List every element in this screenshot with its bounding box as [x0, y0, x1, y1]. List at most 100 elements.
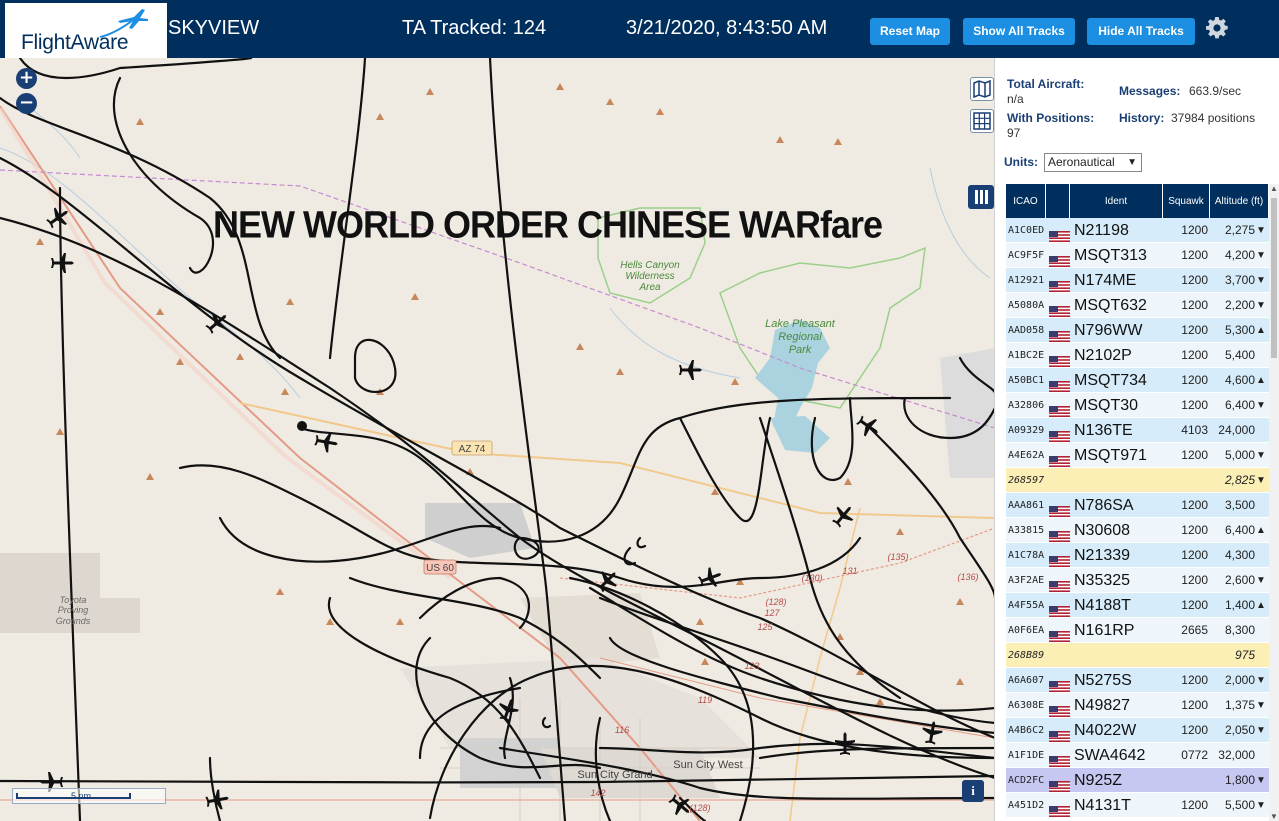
ident-cell: N925Z: [1074, 772, 1123, 789]
us-flag-icon: [1049, 725, 1070, 742]
table-row[interactable]: 268B89 975: [1006, 643, 1269, 668]
route-label: 116: [615, 725, 629, 735]
aircraft-panel: Total Aircraft: n/a With Positions: 97 M…: [996, 58, 1279, 821]
altitude-trend-icon: ▼: [1256, 225, 1266, 236]
table-row[interactable]: AC9F5F MSQT313 1200 4,200 ▼: [1006, 243, 1269, 268]
col-header-altitude[interactable]: Altitude (ft): [1210, 184, 1269, 218]
table-row[interactable]: A32806 MSQT30 1200 6,400 ▼: [1006, 393, 1269, 418]
us60-label: US 60: [426, 563, 454, 574]
ident-cell: N786SA: [1074, 497, 1134, 514]
table-row[interactable]: A451D2 N4131T 1200 5,500 ▼: [1006, 793, 1269, 818]
squawk-cell: 1200: [1181, 673, 1208, 687]
columns-icon: [975, 190, 988, 204]
icao-cell: A4F55A: [1008, 600, 1045, 611]
icao-cell: 268597: [1008, 475, 1045, 486]
flightaware-logo[interactable]: FlightAware: [5, 3, 167, 58]
zoom-in-button[interactable]: +: [16, 68, 37, 89]
scroll-up-icon[interactable]: ▲: [1270, 184, 1278, 193]
route-label: (135): [887, 552, 908, 562]
units-select-value: Aeronautical: [1048, 155, 1115, 169]
table-row[interactable]: A4F55A N4188T 1200 1,400 ▲: [1006, 593, 1269, 618]
table-row[interactable]: AAA861 N786SA 1200 3,500: [1006, 493, 1269, 518]
scrollbar-thumb[interactable]: [1271, 198, 1277, 358]
columns-toggle-button[interactable]: [968, 185, 994, 209]
lake-label-1: Lake Pleasant: [765, 318, 836, 330]
altitude-trend-icon: ▼: [1256, 275, 1266, 286]
route-label: 127: [764, 608, 780, 618]
altitude-cell: 4,200: [1224, 248, 1255, 262]
altitude-cell: 2,600: [1224, 573, 1255, 587]
table-row[interactable]: A33815 N30608 1200 6,400 ▲: [1006, 518, 1269, 543]
table-row[interactable]: A1BC2E N2102P 1200 5,400: [1006, 343, 1269, 368]
col-header-flag[interactable]: [1046, 184, 1070, 218]
table-row[interactable]: A6308E N49827 1200 1,375 ▼: [1006, 693, 1269, 718]
table-row[interactable]: A1F1DE SWA4642 0772 32,000: [1006, 743, 1269, 768]
us-flag-icon: [1049, 675, 1070, 692]
squawk-cell: 4103: [1181, 423, 1208, 437]
table-row[interactable]: A4B6C2 N4022W 1200 2,050 ▼: [1006, 718, 1269, 743]
map-view[interactable]: Hells Canyon Wilderness Area Lake Pleasa…: [0, 58, 995, 821]
table-scrollbar[interactable]: ▲ ▼: [1269, 184, 1279, 821]
altitude-trend-icon: ▲: [1256, 375, 1266, 386]
table-row[interactable]: A12921 N174ME 1200 3,700 ▼: [1006, 268, 1269, 293]
table-row[interactable]: A1C78A N21339 1200 4,300: [1006, 543, 1269, 568]
wilderness-label-1: Hells Canyon: [620, 260, 680, 271]
messages-label: Messages:: [1119, 84, 1181, 98]
us-flag-icon: [1049, 325, 1070, 342]
squawk-cell: 1200: [1181, 448, 1208, 462]
altitude-cell: 6,400: [1224, 398, 1255, 412]
squawk-cell: 2665: [1181, 623, 1208, 637]
table-row[interactable]: A5080A MSQT632 1200 2,200 ▼: [1006, 293, 1269, 318]
table-row[interactable]: 268597 2,825 ▼: [1006, 468, 1269, 493]
col-header-squawk[interactable]: Squawk: [1163, 184, 1210, 218]
route-label: 119: [698, 695, 712, 705]
table-row[interactable]: A1C0ED N21198 1200 2,275 ▼: [1006, 218, 1269, 243]
table-row[interactable]: ACD2FC N925Z 1,800 ▼: [1006, 768, 1269, 793]
altitude-cell: 2,050: [1224, 723, 1255, 737]
icao-cell: A50BC1: [1008, 375, 1045, 386]
col-header-ident[interactable]: Ident: [1070, 184, 1163, 218]
route-label: (130): [801, 573, 822, 583]
squawk-cell: 1200: [1181, 573, 1208, 587]
us-flag-icon: [1049, 350, 1070, 367]
altitude-trend-icon: ▲: [1256, 325, 1266, 336]
gear-icon[interactable]: [1205, 16, 1229, 40]
table-row[interactable]: A0F6EA N161RP 2665 8,300: [1006, 618, 1269, 643]
with-positions-label: With Positions:: [1007, 111, 1095, 125]
icao-cell: A09329: [1008, 425, 1045, 436]
altitude-trend-icon: ▼: [1256, 400, 1266, 411]
reset-map-button[interactable]: Reset Map: [870, 18, 950, 45]
table-row[interactable]: A4E62A MSQT971 1200 5,000 ▼: [1006, 443, 1269, 468]
icao-cell: AAA861: [1008, 500, 1045, 511]
col-header-icao[interactable]: ICAO: [1006, 184, 1046, 218]
altitude-cell: 2,825: [1224, 473, 1255, 487]
grid-toggle-button[interactable]: [970, 109, 994, 133]
altitude-trend-icon: ▼: [1256, 575, 1266, 586]
sun-city-grand-label: Sun City Grand: [577, 769, 652, 781]
ident-cell: N2102P: [1074, 347, 1132, 364]
info-button[interactable]: i: [962, 780, 984, 802]
datetime: 3/21/2020, 8:43:50 AM: [626, 17, 828, 39]
route-label: 123: [744, 661, 759, 671]
icao-cell: ACD2FC: [1008, 775, 1045, 786]
table-row[interactable]: A3F2AE N35325 1200 2,600 ▼: [1006, 568, 1269, 593]
us-flag-icon: [1049, 700, 1070, 717]
altitude-cell: 3,700: [1224, 273, 1255, 287]
show-all-tracks-button[interactable]: Show All Tracks: [963, 18, 1075, 45]
units-select[interactable]: Aeronautical ▼: [1044, 153, 1142, 172]
table-row[interactable]: A6A607 N5275S 1200 2,000 ▼: [1006, 668, 1269, 693]
zoom-out-button[interactable]: −: [16, 93, 37, 114]
altitude-cell: 2,200: [1224, 298, 1255, 312]
hide-all-tracks-button[interactable]: Hide All Tracks: [1087, 18, 1195, 45]
table-row[interactable]: AAD058 N796WW 1200 5,300 ▲: [1006, 318, 1269, 343]
ident-cell: N161RP: [1074, 622, 1135, 639]
map-layers-button[interactable]: [970, 77, 994, 101]
squawk-cell: 1200: [1181, 548, 1208, 562]
table-row[interactable]: A09329 N136TE 4103 24,000: [1006, 418, 1269, 443]
icao-cell: A1C0ED: [1008, 225, 1045, 236]
route-label: (128): [689, 803, 710, 813]
scroll-down-icon[interactable]: ▼: [1270, 812, 1278, 821]
table-row[interactable]: A50BC1 MSQT734 1200 4,600 ▲: [1006, 368, 1269, 393]
ident-cell: N4188T: [1074, 597, 1131, 614]
altitude-trend-icon: ▼: [1256, 775, 1266, 786]
